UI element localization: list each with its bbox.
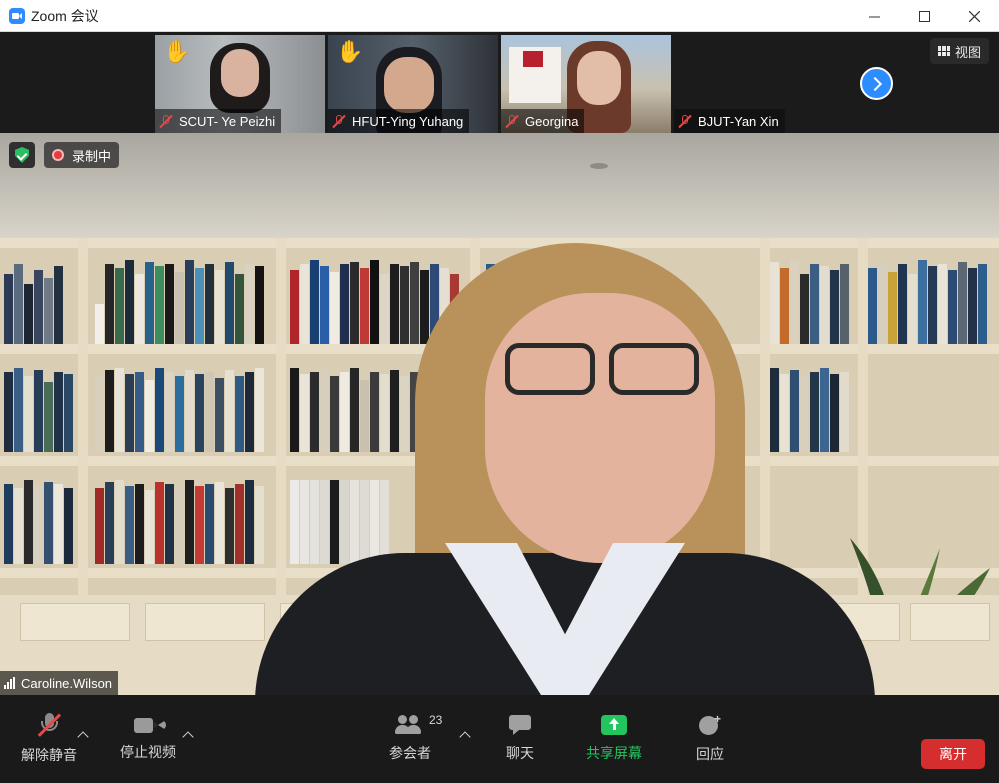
meeting-security-button[interactable] (9, 142, 35, 168)
participant-name-tag: SCUT- Ye Peizhi (155, 109, 282, 133)
book-row (95, 260, 265, 344)
reactions-label: 回应 (696, 746, 724, 762)
raised-hand-icon: ✋ (336, 39, 364, 64)
zoom-app-icon (9, 7, 25, 24)
participant-face (221, 49, 259, 97)
stop-video-button[interactable]: 停止视频 (118, 695, 178, 783)
book-row (95, 480, 265, 564)
ceiling-light (590, 163, 608, 169)
leave-meeting-button[interactable]: 离开 (921, 739, 985, 769)
view-button[interactable]: 视图 (929, 38, 989, 64)
book-row (4, 260, 64, 344)
participant-face (577, 51, 621, 105)
speaker-name: Caroline.Wilson (21, 675, 113, 691)
recording-dot-icon (52, 149, 64, 161)
reaction-smiley-icon: + (699, 712, 721, 736)
muted-mic-icon (159, 114, 173, 129)
title-bar: Zoom 会议 (0, 0, 999, 32)
minimize-button[interactable] (849, 0, 899, 32)
book-row (4, 368, 74, 452)
reactions-button[interactable]: + 回应 (692, 695, 728, 783)
participant-name: SCUT- Ye Peizhi (179, 113, 276, 129)
participant-face (384, 57, 434, 113)
participants-options-chevron-up-icon[interactable] (459, 731, 471, 743)
participants-label: 参会者 (389, 745, 431, 761)
view-button-label: 视图 (954, 44, 981, 60)
participants-count: 23 (429, 713, 443, 727)
chat-bubble-icon (509, 715, 531, 735)
chat-label: 聊天 (506, 745, 534, 761)
book-row (4, 480, 74, 564)
recording-label: 录制中 (72, 148, 112, 164)
stop-video-label: 停止视频 (120, 744, 176, 760)
muted-microphone-icon (37, 713, 61, 737)
next-page-button[interactable] (860, 67, 893, 100)
video-camera-icon (134, 716, 166, 734)
participant-thumbnail[interactable]: ✋ HFUT-Ying Yuhang (328, 35, 498, 133)
close-icon (968, 10, 980, 22)
unmute-label: 解除静音 (21, 747, 77, 763)
participant-thumbnail[interactable]: Georgina (501, 35, 671, 133)
participant-thumbnail[interactable]: BJUT-Yan Xin (674, 35, 844, 133)
book-row (95, 368, 265, 452)
share-screen-button[interactable]: 共享屏幕 (584, 695, 644, 783)
close-button[interactable] (949, 0, 999, 32)
speaker-person (255, 243, 875, 695)
chat-button[interactable]: 聊天 (502, 695, 538, 783)
room-ceiling (0, 133, 999, 238)
recording-indicator[interactable]: 录制中 (44, 142, 120, 168)
share-screen-label: 共享屏幕 (586, 745, 642, 761)
participant-name-tag: BJUT-Yan Xin (674, 109, 785, 133)
participant-name: HFUT-Ying Yuhang (352, 113, 464, 129)
participant-name-tag: HFUT-Ying Yuhang (328, 109, 470, 133)
maximize-button[interactable] (899, 0, 949, 32)
meeting-toolbar: 解除静音 停止视频 23 参会者 聊天 共享屏幕 + 回应 离开 (0, 695, 999, 783)
participant-name: Georgina (525, 113, 579, 129)
shield-check-icon (15, 147, 29, 163)
unmute-button[interactable]: 解除静音 (20, 695, 78, 783)
signal-strength-icon (4, 677, 15, 689)
maximize-icon (918, 10, 930, 22)
active-speaker-video: 录制中 Caroline.Wilson (0, 133, 999, 695)
audio-options-chevron-up-icon[interactable] (77, 731, 89, 743)
muted-mic-icon (332, 114, 346, 129)
participant-thumbnail-strip: ✋ SCUT- Ye Peizhi ✋ HFUT-Ying Yuhang Geo… (0, 32, 999, 133)
muted-mic-icon (678, 114, 692, 129)
participants-icon: 23 (395, 713, 442, 735)
book-row (868, 260, 988, 344)
logo (523, 51, 543, 67)
video-options-chevron-up-icon[interactable] (182, 731, 194, 743)
window-title: Zoom 会议 (31, 7, 99, 24)
participants-button[interactable]: 23 参会者 (386, 695, 442, 783)
share-screen-icon (601, 715, 627, 735)
participant-name: BJUT-Yan Xin (698, 113, 779, 129)
raised-hand-icon: ✋ (163, 39, 191, 64)
window-controls (849, 0, 999, 32)
grid-view-icon (937, 46, 950, 56)
minimize-icon (868, 16, 880, 17)
participant-thumbnail[interactable]: ✋ SCUT- Ye Peizhi (155, 35, 325, 133)
muted-mic-icon (505, 114, 519, 129)
active-speaker-name-tag: Caroline.Wilson (0, 671, 119, 695)
participant-name-tag: Georgina (501, 109, 585, 133)
